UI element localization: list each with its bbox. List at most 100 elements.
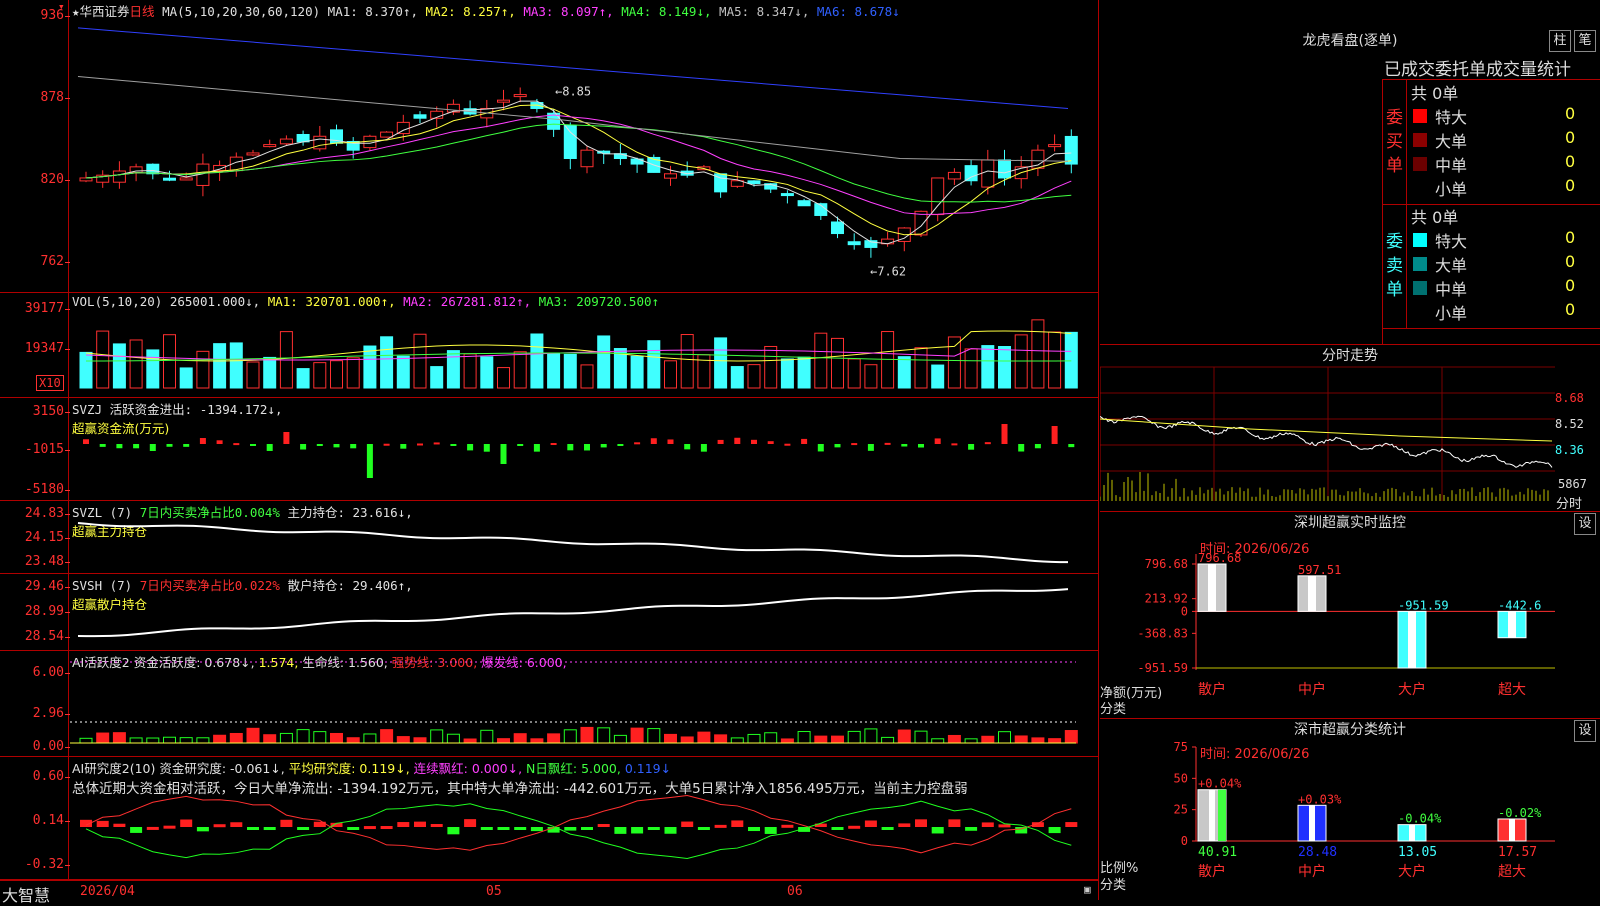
flow-bar — [767, 441, 774, 444]
candle-body — [747, 180, 761, 185]
sell-side-label: 委卖单 — [1383, 204, 1407, 328]
volume-bar — [714, 337, 728, 389]
volume-bar — [831, 337, 844, 389]
color-swatch — [1413, 109, 1427, 123]
volume-bar — [112, 343, 126, 389]
candle-body — [413, 114, 427, 119]
bar-value-label: 796.68 — [1198, 551, 1241, 565]
activity-bar — [363, 733, 377, 744]
candlestick-chart[interactable]: ←8.85 ←7.62 — [0, 0, 1098, 292]
candle-body — [831, 221, 844, 235]
svzj-chart[interactable] — [0, 398, 1098, 500]
research-bar — [781, 824, 794, 828]
flow-bar — [934, 438, 941, 444]
activity-bar — [330, 732, 343, 744]
volume-pane[interactable]: 39177 19347 X10 VOL(5,10,20) 265001.000↓… — [0, 293, 1098, 398]
research-bar — [1065, 822, 1078, 827]
color-swatch — [1413, 181, 1427, 195]
intraday-price-tick: 8.52 — [1555, 417, 1584, 431]
order-row: 小单00% — [1407, 300, 1600, 324]
svzl-chart[interactable] — [0, 501, 1098, 573]
research-bar — [363, 826, 376, 830]
activity-bar — [196, 737, 210, 744]
activity-bar — [697, 731, 711, 744]
activity-bar — [563, 729, 577, 744]
flow-bar — [817, 444, 824, 452]
order-row: 中单00% — [1407, 152, 1600, 176]
research-bar — [530, 827, 543, 832]
sz-class-chart[interactable]: 75 50 25 0 +0.04% 40.91 散户 +0.03% 28.48 中户 -0.04% 1… — [1100, 719, 1600, 901]
volume-bar — [530, 333, 544, 389]
intraday-chart[interactable] — [1100, 345, 1600, 511]
category-label: 散户 — [1198, 863, 1226, 880]
activity-bar — [797, 731, 811, 744]
volume-bar — [563, 353, 577, 389]
ai-research-chart[interactable] — [0, 757, 1098, 879]
volume-bar — [630, 355, 644, 389]
date-axis: 大智慧 2026/04 05 06 ▣ — [0, 880, 1098, 905]
flow-bar — [116, 444, 123, 449]
research-bar — [247, 827, 259, 830]
sz-monitor-tick: -951.59 — [1137, 661, 1188, 675]
sz-class-panel[interactable]: 深市超赢分类统计 设 时间: 2026/06/26 75 50 25 0 +0.04% 4… — [1100, 718, 1600, 901]
change-label: +0.03% — [1298, 792, 1342, 806]
research-bar — [581, 827, 593, 830]
volume-bar — [580, 364, 594, 389]
change-label: +0.04% — [1198, 777, 1242, 791]
svsh-chart[interactable] — [0, 574, 1098, 650]
volume-chart[interactable] — [0, 293, 1098, 397]
volume-bar — [213, 343, 227, 389]
flow-bar — [984, 442, 991, 445]
longhu-tabs[interactable]: 已成交委托单成交量统计 — [1384, 55, 1600, 80]
activity-bar — [79, 737, 93, 744]
svsh-pane[interactable]: 29.46 28.99 28.54 SVSH (7) 7日内买卖净占比0.022… — [0, 574, 1098, 651]
research-bar — [113, 823, 126, 827]
svzj-pane[interactable]: 3150 -1015 -5180 SVZJ 活跃资金进出: -1394.172↓… — [0, 398, 1098, 501]
lock-icon[interactable]: ▣ — [1084, 883, 1091, 896]
ai-activity-pane[interactable]: 6.00 2.96 0.00 AI活跃度2 资金活跃度: 0.678↓, 1.5… — [0, 651, 1098, 757]
buy-side-label: 委买单 — [1383, 80, 1407, 204]
ai-research-pane[interactable]: 0.60 0.14 -0.32 AI研究度2(10) 资金研究度: -0.061… — [0, 757, 1098, 880]
flow-bar — [183, 444, 190, 447]
longhu-panel[interactable]: 龙虎看盘(逐单) 柱 笔 已成交委托单成交量统计 委买单 共 0单 特大00%大… — [1100, 0, 1600, 344]
flow-bar — [1068, 444, 1075, 448]
volume-bar — [346, 357, 360, 389]
bar-highlight — [1309, 805, 1315, 841]
volume-bar — [146, 349, 160, 389]
svzl-pane[interactable]: 24.83 24.15 23.48 SVZL (7) 7日内买卖净占比0.004… — [0, 501, 1098, 574]
flow-bar — [884, 442, 891, 445]
bar-mode-button[interactable]: 柱 — [1549, 30, 1571, 52]
activity-bar — [163, 736, 176, 744]
activity-bar — [864, 728, 878, 744]
sz-class-tick: 75 — [1174, 740, 1188, 754]
activity-bar — [179, 737, 193, 744]
tick-mode-button[interactable]: 笔 — [1574, 30, 1596, 52]
bar-value-label: 17.57 — [1498, 845, 1537, 860]
color-swatch — [1413, 233, 1427, 247]
flow-bar — [834, 444, 841, 448]
research-bar — [948, 819, 961, 827]
sz-monitor-chart[interactable]: 796.68213.920-368.83-951.59796.68散户597.5… — [1100, 512, 1600, 718]
candle-body — [146, 163, 160, 175]
date-label: 06 — [787, 884, 803, 899]
research-bar — [447, 827, 460, 835]
candle-body — [263, 144, 277, 148]
flow-bar — [316, 444, 323, 446]
activity-bar — [981, 735, 995, 744]
volume-bar — [296, 368, 310, 389]
high-label: ←8.85 — [555, 84, 591, 98]
research-bar — [998, 824, 1011, 828]
bar-highlight — [1508, 611, 1516, 638]
flow-bar — [784, 443, 791, 446]
volume-bar — [96, 330, 110, 389]
category-label: 大户 — [1398, 681, 1426, 698]
sz-monitor-panel[interactable]: 深圳超赢实时监控 设 时间: 2026/06/26 796.68 213.92 0-… — [1100, 511, 1600, 718]
research-bar — [464, 819, 477, 827]
ai-activity-chart[interactable] — [0, 651, 1098, 756]
intraday-panel[interactable]: 分时走势 8.68 8.52 8.36 5867 分时 — [1100, 344, 1600, 512]
candle-body — [163, 177, 176, 181]
flow-bar — [483, 444, 490, 452]
order-row: 小单00% — [1407, 176, 1600, 200]
candle-pane[interactable]: 936 878 820 762 ▾ ★华西证券日线 MA(5,10,20,30,… — [0, 0, 1098, 293]
flow-bar — [1034, 444, 1041, 449]
